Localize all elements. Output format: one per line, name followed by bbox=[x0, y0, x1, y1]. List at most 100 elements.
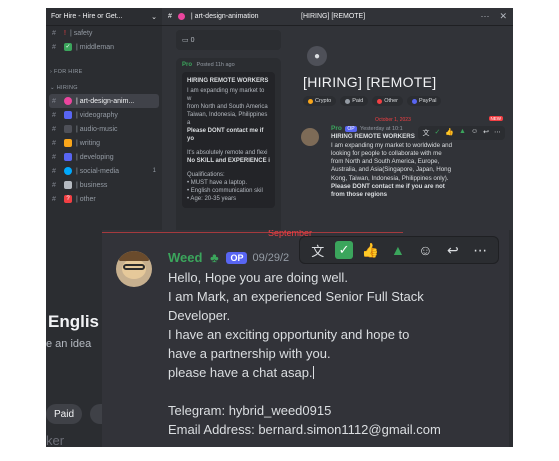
headphones-icon bbox=[64, 125, 72, 133]
channel-title: | art-design-animation bbox=[190, 13, 259, 20]
channel-middleman[interactable]: # ✓ | middleman bbox=[46, 40, 162, 54]
text-cursor bbox=[312, 366, 314, 379]
message-line-with-cursor: please have a chat asap. bbox=[168, 363, 508, 382]
message-author[interactable]: Weed bbox=[168, 250, 202, 265]
post-line: It's absolutely remote and flexi bbox=[187, 150, 268, 156]
translate-icon[interactable]: 文 bbox=[308, 240, 328, 260]
message-line: from those regions bbox=[331, 191, 388, 199]
tree-icon[interactable]: ▲ bbox=[388, 240, 408, 260]
date-divider-line bbox=[102, 232, 403, 233]
message-line: Developer. bbox=[168, 308, 231, 323]
more-icon[interactable]: ··· bbox=[480, 11, 489, 22]
channel-developing[interactable]: # | developing bbox=[46, 150, 162, 164]
server-header[interactable]: For Hire - Hire or Get... ⌄ bbox=[46, 8, 162, 26]
message-line: from North and South America, Europe, bbox=[331, 158, 440, 166]
laptop-icon bbox=[64, 153, 72, 161]
channel-art-design-animation[interactable]: # | art-design-anim... bbox=[49, 94, 159, 108]
message-line: I have an exciting opportunity and hope … bbox=[168, 327, 410, 342]
briefcase-icon bbox=[64, 181, 72, 189]
paid-tag[interactable]: Paid bbox=[46, 404, 82, 424]
channel-audio-music[interactable]: # | audio-music bbox=[46, 122, 162, 136]
reply-count: 0 bbox=[190, 36, 195, 44]
more-icon[interactable]: ⋯ bbox=[470, 240, 490, 260]
message-line: please have a chat asap. bbox=[168, 365, 313, 380]
chevron-down-icon[interactable]: ⌄ bbox=[151, 13, 157, 21]
channel-label: | social-media bbox=[76, 167, 120, 175]
channel-label: | developing bbox=[76, 153, 114, 161]
message-line: Hello, Hope you are doing well. bbox=[168, 270, 348, 285]
post-author[interactable]: Pro bbox=[182, 62, 192, 68]
thread-message: Pro OP Yesterday at 10:1 HIRING REMOTE W… bbox=[295, 122, 513, 203]
avatar-glasses bbox=[123, 264, 145, 270]
channel-writing[interactable]: # | writing bbox=[46, 136, 162, 150]
check-icon: ✓ bbox=[64, 43, 72, 51]
message-title: HIRING REMOTE WORKERS bbox=[331, 133, 415, 141]
category-for-hire[interactable]: › FOR HIRE bbox=[46, 66, 162, 78]
channel-business[interactable]: # | business bbox=[46, 178, 162, 192]
forum-icon: # bbox=[52, 139, 56, 147]
reply-icon[interactable]: ↩ bbox=[443, 240, 463, 260]
chevron-down-icon: ⌄ bbox=[50, 85, 57, 91]
avatar[interactable] bbox=[301, 128, 319, 146]
tag-paid[interactable]: Paid bbox=[340, 96, 369, 106]
question-icon: ? bbox=[64, 195, 72, 203]
background-heading: Englis bbox=[48, 312, 100, 331]
avatar[interactable] bbox=[116, 251, 152, 287]
message-author[interactable]: Pro bbox=[331, 125, 342, 132]
channel-other[interactable]: # ? | other bbox=[46, 192, 162, 206]
hash-icon: # bbox=[52, 43, 56, 51]
channel-social-media[interactable]: # | social-media 1 bbox=[46, 164, 162, 178]
op-badge: OP bbox=[345, 126, 357, 132]
message-timestamp: 09/29/2 bbox=[252, 251, 290, 264]
tag-crypto[interactable]: Crypto bbox=[303, 96, 337, 106]
tag-label: PayPal bbox=[418, 98, 437, 104]
globe-icon bbox=[64, 167, 72, 175]
forum-icon: # bbox=[52, 97, 56, 105]
check-reaction-icon[interactable]: ✓ bbox=[335, 241, 354, 259]
post-line: Taiwan, Indonesia, Philippines a bbox=[187, 112, 268, 126]
channel-label: | other bbox=[76, 195, 96, 203]
add-reaction-icon[interactable]: ☺ bbox=[415, 240, 435, 260]
channel-label: | safety bbox=[69, 29, 93, 37]
post-line: Please DONT contact me if yo bbox=[187, 128, 264, 142]
post-line: Qualifications: bbox=[187, 172, 225, 178]
palette-icon bbox=[177, 13, 185, 20]
post-line: • Age: 20-35 years bbox=[187, 196, 237, 202]
forum-icon: # bbox=[52, 181, 56, 189]
post-title: HIRING REMOTE WORKERS bbox=[187, 78, 269, 84]
exclamation-icon: ! bbox=[64, 29, 66, 37]
tag-paypal[interactable]: PayPal bbox=[406, 96, 442, 106]
tag-label: Paid bbox=[352, 98, 364, 104]
forum-icon: # bbox=[52, 111, 56, 119]
message-action-toolbar: 文 ✓ 👍 ▲ ☺ ↩ ⋯ bbox=[300, 237, 498, 263]
channel-header: # | art-design-animation bbox=[162, 8, 295, 26]
thread-tags: Crypto Paid Other PayPal bbox=[303, 96, 513, 106]
pen-icon bbox=[64, 139, 72, 147]
tag-label: Crypto bbox=[315, 98, 332, 104]
close-icon[interactable]: ✕ bbox=[499, 11, 507, 22]
email-line: Email Address: bernard.simon1112@gmail.c… bbox=[168, 422, 441, 437]
previous-post-card[interactable]: ▭ 0 bbox=[176, 30, 281, 50]
message-line: I am expanding my market to worldwide an… bbox=[331, 141, 453, 149]
post-line: No SKILL and EXPERIENCE i bbox=[187, 158, 270, 164]
message-line: have a partnership with you. bbox=[168, 346, 331, 361]
thread-header: [HIRING] [REMOTE] ··· ✕ bbox=[295, 8, 513, 26]
tag-other[interactable]: Other bbox=[372, 96, 403, 106]
post-line: • MUST have a laptop. bbox=[187, 180, 248, 186]
forum-post-card[interactable]: Pro Posted 11h ago HIRING REMOTE WORKERS… bbox=[176, 58, 281, 230]
post-meta: Pro Posted 11h ago bbox=[182, 62, 275, 68]
channel-safety[interactable]: # ! | safety bbox=[46, 26, 162, 40]
message-line: I am Mark, an experienced Senior Full St… bbox=[168, 289, 424, 304]
thumbs-up-icon[interactable]: 👍 bbox=[361, 240, 381, 260]
thread-bubble-icon: ● bbox=[307, 46, 327, 66]
thread-title: [HIRING] [REMOTE] bbox=[303, 74, 437, 90]
category-hiring[interactable]: ⌄ HIRING bbox=[46, 82, 162, 94]
camera-icon bbox=[64, 111, 72, 119]
post-time: Posted 11h ago bbox=[196, 62, 235, 68]
channel-videography[interactable]: # | videography bbox=[46, 108, 162, 122]
channel-label: | audio-music bbox=[76, 125, 118, 133]
paypal-icon bbox=[411, 98, 417, 104]
scrollbar-track[interactable] bbox=[509, 230, 513, 447]
avatar-hat bbox=[119, 251, 149, 261]
channel-label: | writing bbox=[76, 139, 100, 147]
